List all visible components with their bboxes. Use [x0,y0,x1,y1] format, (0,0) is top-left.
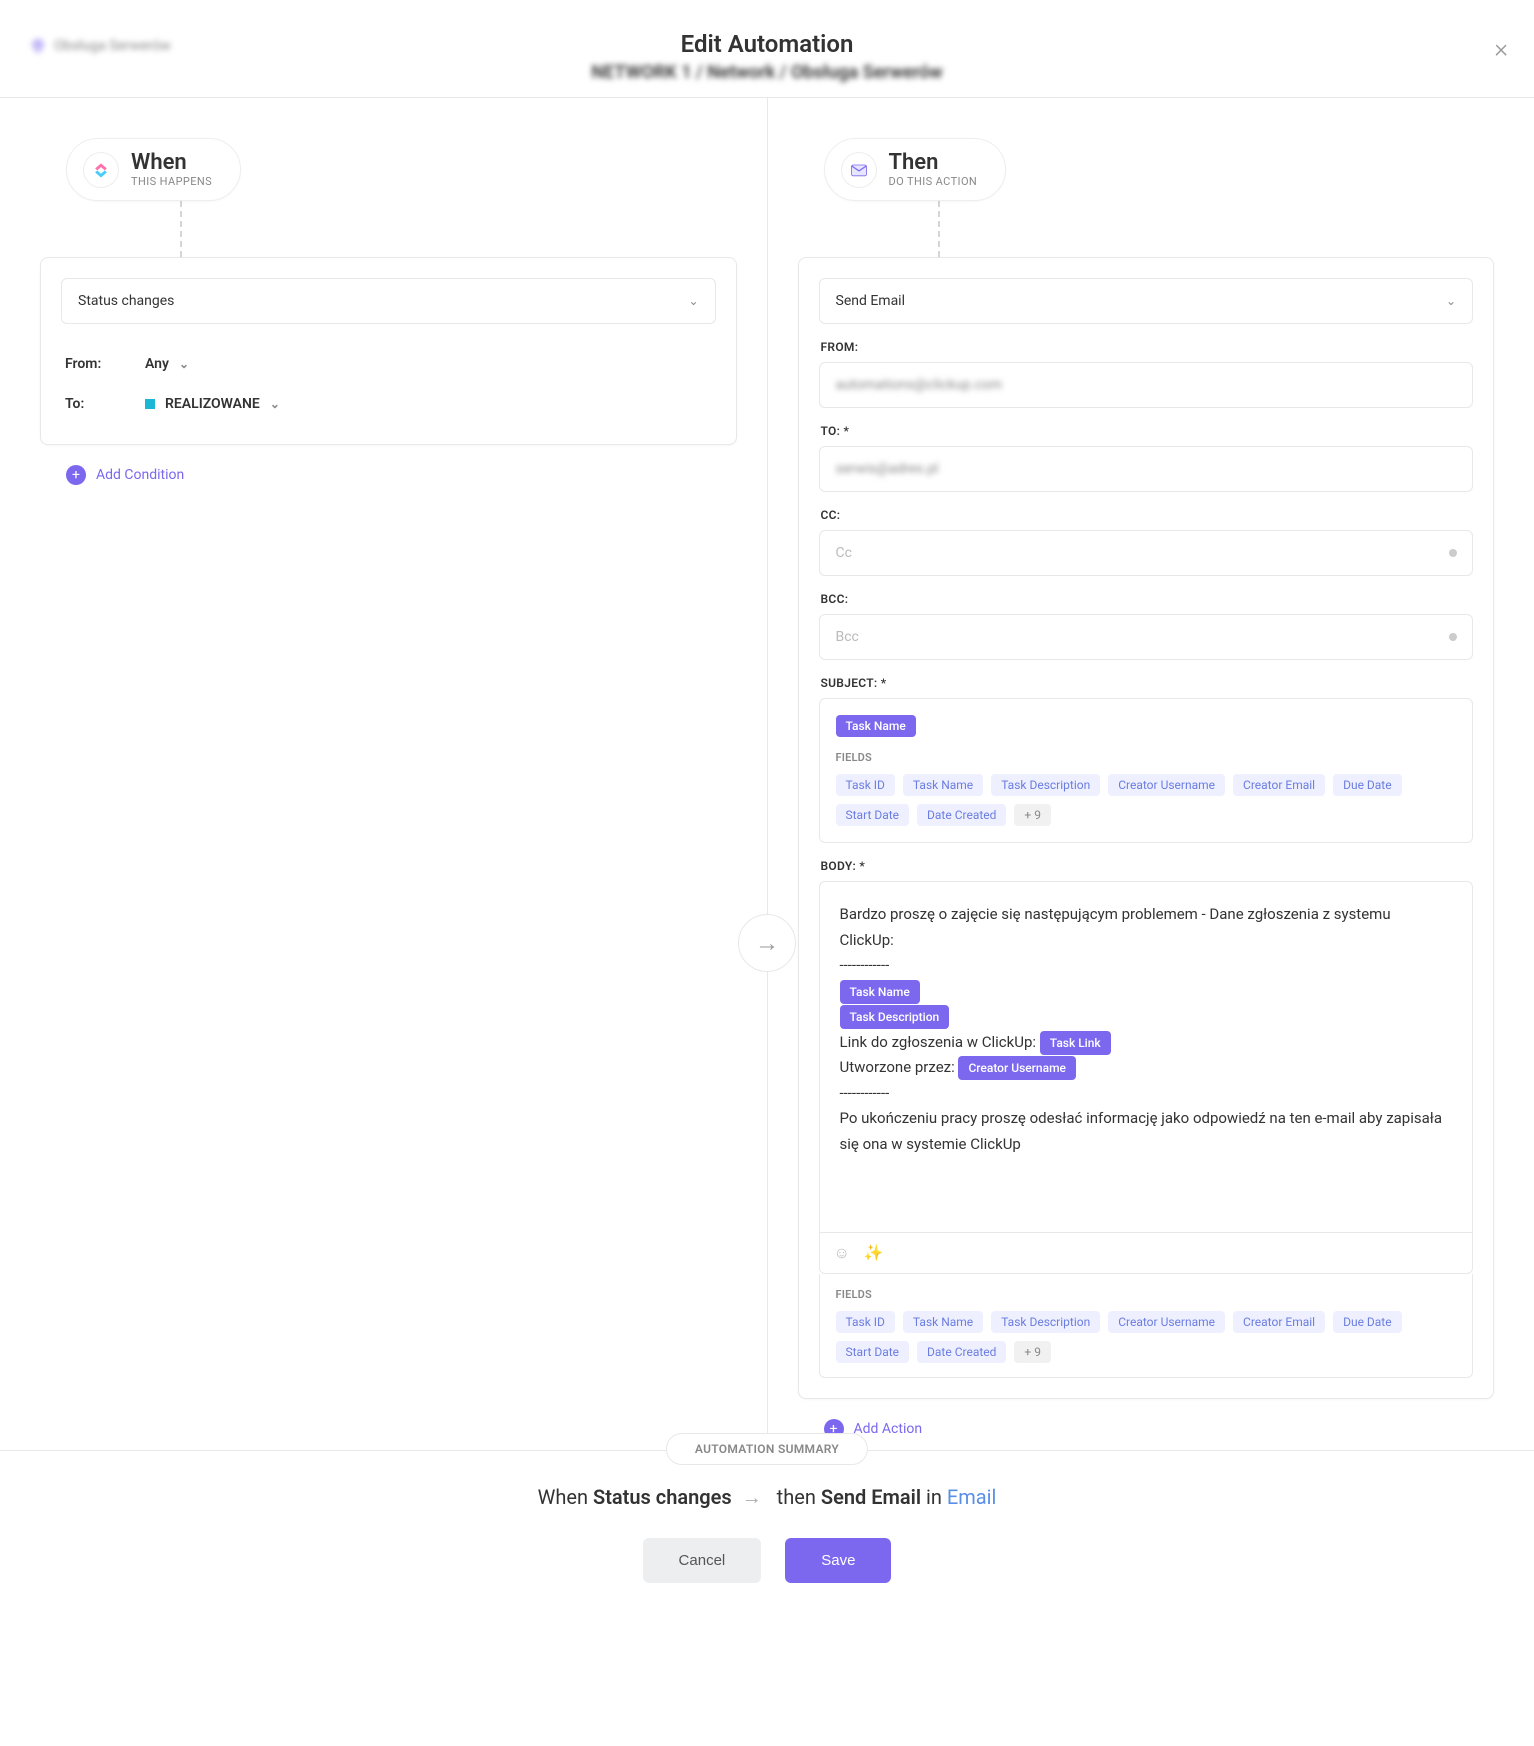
header-location: Obsługa Serwerów [30,38,171,54]
token-creator-username[interactable]: Creator Username [958,1056,1075,1080]
button-row: Cancel Save [0,1538,1534,1583]
to-field-label: TO: * [821,424,1474,438]
body-fields-block: FIELDS Task ID Task Name Task Descriptio… [819,1274,1474,1378]
to-input[interactable]: serwis@adres.pl [819,446,1474,492]
from-label: From: [65,356,125,372]
body-chip-row: Task ID Task Name Task Description Creat… [836,1311,1457,1363]
then-header: Then DO THIS ACTION [824,138,1007,201]
then-subtitle: DO THIS ACTION [889,175,978,188]
arrow-right-icon: → [738,914,796,972]
subject-box[interactable]: Task Name FIELDS Task ID Task Name Task … [819,698,1474,843]
modal-header: Obsługa Serwerów Edit Automation NETWORK… [0,0,1534,98]
from-row: From: Any ⌄ [61,344,716,384]
connector-line [938,201,940,257]
trigger-card: Status changes ⌄ From: Any ⌄ To: REALIZO… [40,257,737,445]
to-label: To: [65,396,125,412]
footer: AUTOMATION SUMMARY When Status changes→ … [0,1450,1534,1598]
field-chip[interactable]: Date Created [917,804,1006,826]
when-column: When THIS HAPPENS Status changes ⌄ From:… [0,98,767,1598]
field-chip[interactable]: Task ID [836,774,895,796]
field-chip[interactable]: Start Date [836,804,910,826]
cc-field-label: CC: [821,508,1474,522]
field-chip[interactable]: Creator Email [1233,1311,1325,1333]
arrow-right-icon: → [742,1485,762,1509]
at-mention-icon[interactable]: ✨ [864,1243,884,1263]
when-title: When [131,151,212,175]
save-button[interactable]: Save [785,1538,891,1583]
action-label: Send Email [836,293,906,309]
token-task-description[interactable]: Task Description [840,1005,950,1029]
summary-text: When Status changes→ then Send Email in … [0,1485,1534,1510]
field-chip[interactable]: Creator Username [1108,774,1225,796]
cc-input[interactable]: Cc [819,530,1474,576]
action-card: Send Email ⌄ FROM: automations@clickup.c… [798,257,1495,1399]
connector-line [180,201,182,257]
bcc-field-label: BCC: [821,592,1474,606]
field-chip[interactable]: Task Name [903,1311,983,1333]
subject-chip-row: Task ID Task Name Task Description Creat… [836,774,1457,826]
chevron-down-icon: ⌄ [1446,294,1456,308]
fields-heading: FIELDS [836,1288,1457,1301]
field-chip[interactable]: Task Description [991,1311,1100,1333]
when-subtitle: THIS HAPPENS [131,175,212,188]
plus-icon: + [66,465,86,485]
summary-pill: AUTOMATION SUMMARY [666,1433,868,1465]
email-link[interactable]: Email [947,1485,997,1509]
then-column: Then DO THIS ACTION Send Email ⌄ FROM: a… [768,98,1534,1598]
trigger-label: Status changes [78,293,174,309]
when-header: When THIS HAPPENS [66,138,241,201]
body-field-label: BODY: * [821,859,1474,873]
chevron-down-icon: ⌄ [270,397,280,411]
fields-heading: FIELDS [836,751,1457,764]
bcc-input[interactable]: Bcc [819,614,1474,660]
token-task-name[interactable]: Task Name [836,715,916,737]
from-value-select[interactable]: Any ⌄ [145,356,189,372]
page-title: Edit Automation [681,30,854,58]
field-chip[interactable]: Creator Email [1233,774,1325,796]
subject-field-label: SUBJECT: * [821,676,1474,690]
token-task-link[interactable]: Task Link [1040,1031,1111,1055]
chevron-down-icon: ⌄ [179,357,189,371]
field-chip[interactable]: Start Date [836,1341,910,1363]
from-input[interactable]: automations@clickup.com [819,362,1474,408]
input-status-dot [1449,633,1457,641]
input-status-dot [1449,549,1457,557]
body-toolbar: ☺ ✨ [820,1232,1473,1273]
clickup-icon [83,152,119,188]
field-chip[interactable]: Creator Username [1108,1311,1225,1333]
cancel-button[interactable]: Cancel [643,1538,762,1583]
field-chip[interactable]: Task ID [836,1311,895,1333]
add-condition-button[interactable]: + Add Condition [66,465,737,485]
field-chip[interactable]: Task Description [991,774,1100,796]
emoji-icon[interactable]: ☺ [834,1243,850,1263]
to-row: To: REALIZOWANE ⌄ [61,384,716,424]
field-chip[interactable]: Date Created [917,1341,1006,1363]
from-field-label: FROM: [821,340,1474,354]
field-chip-more[interactable]: + 9 [1014,804,1051,826]
field-chip[interactable]: Task Name [903,774,983,796]
body-box: Bardzo proszę o zajęcie się następującym… [819,881,1474,1274]
then-title: Then [889,151,978,175]
breadcrumb: NETWORK 1 / Network / Obsługa Serwerów [591,62,942,83]
action-select[interactable]: Send Email ⌄ [819,278,1474,324]
body-editor[interactable]: Bardzo proszę o zajęcie się następującym… [820,882,1473,1232]
field-chip-more[interactable]: + 9 [1014,1341,1051,1363]
status-color-dot [145,399,155,409]
email-icon [841,152,877,188]
add-action-button[interactable]: + Add Action [824,1419,1495,1439]
chevron-down-icon: ⌄ [688,294,698,308]
field-chip[interactable]: Due Date [1333,774,1402,796]
field-chip[interactable]: Due Date [1333,1311,1402,1333]
main-area: When THIS HAPPENS Status changes ⌄ From:… [0,98,1534,1598]
location-icon [30,38,46,54]
close-icon[interactable]: × [1494,34,1508,64]
to-value-select[interactable]: REALIZOWANE ⌄ [145,396,280,412]
header-location-text: Obsługa Serwerów [54,38,171,54]
trigger-select[interactable]: Status changes ⌄ [61,278,716,324]
token-task-name[interactable]: Task Name [840,980,920,1004]
